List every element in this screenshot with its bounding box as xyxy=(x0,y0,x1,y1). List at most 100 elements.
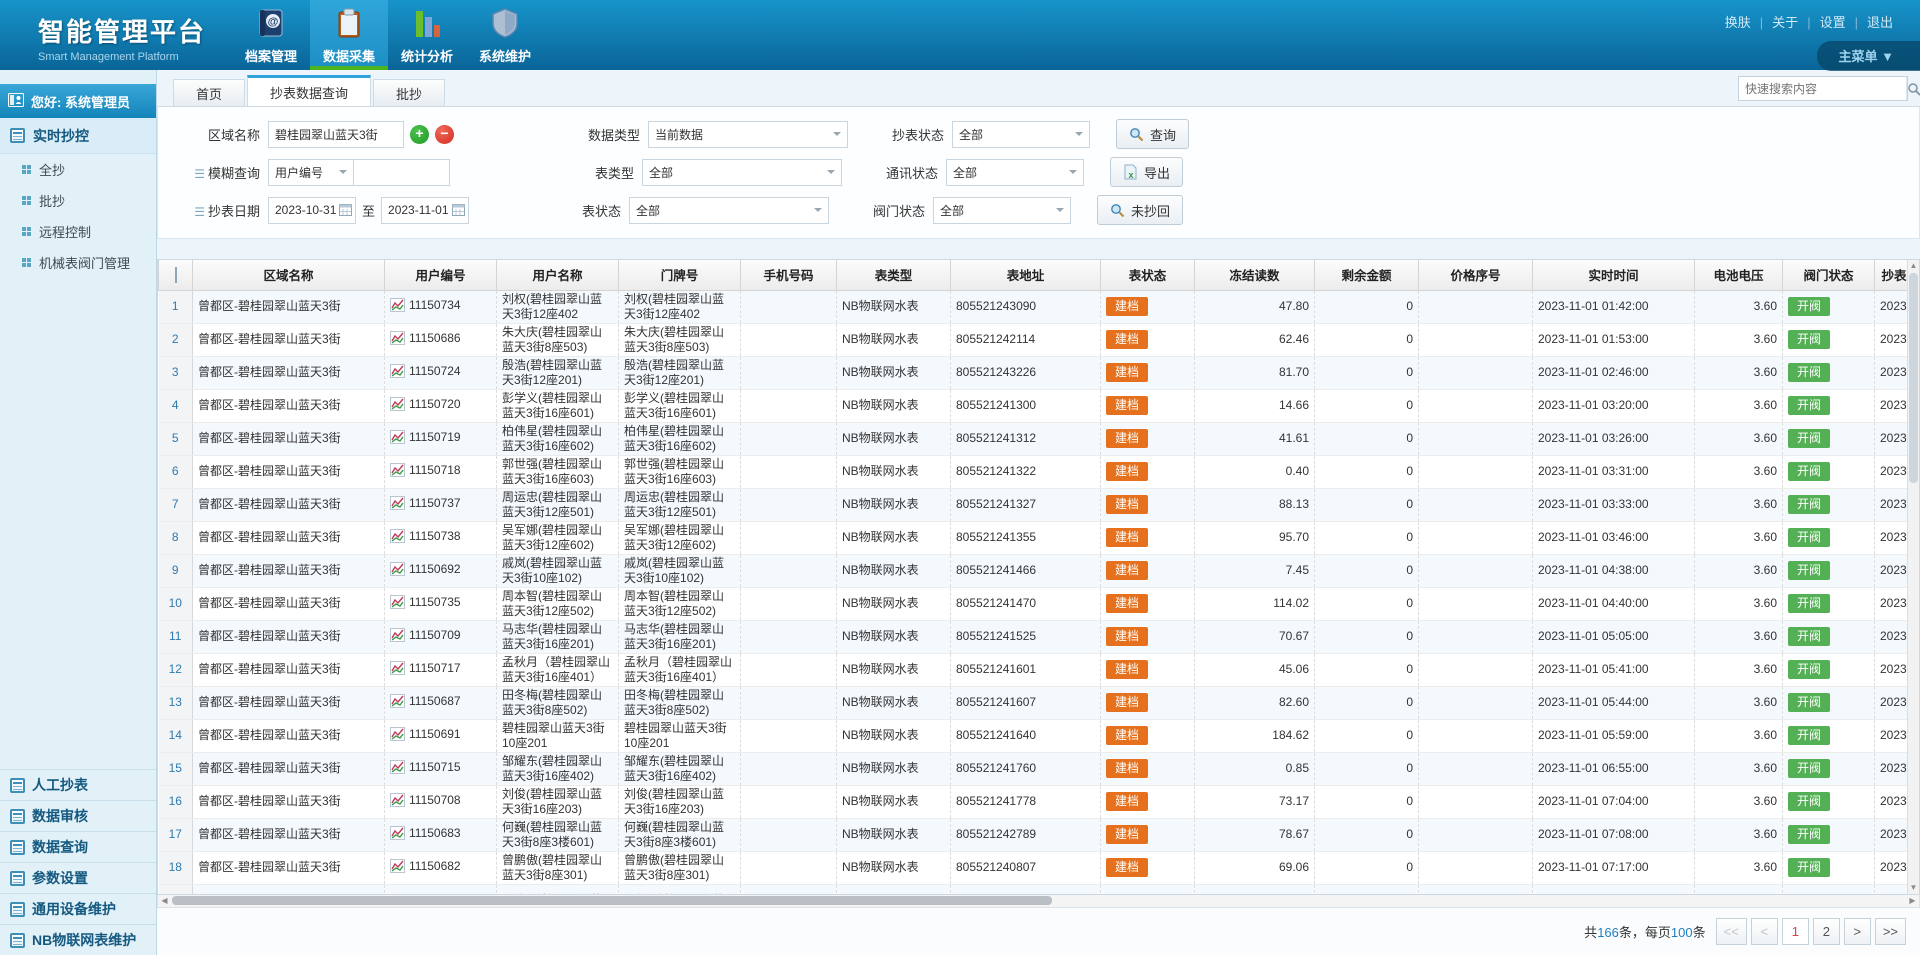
search-icon[interactable] xyxy=(1906,77,1920,100)
valve-status-select[interactable]: 全部 xyxy=(933,197,1071,224)
horizontal-scroll-thumb[interactable] xyxy=(172,896,1052,905)
nav-maintenance[interactable]: 系统维护 xyxy=(466,0,544,70)
table-row[interactable]: 12 曾都区-碧桂园翠山蓝天3街 11150717 孟秋月（碧桂园翠山蓝天3街1… xyxy=(159,653,1908,686)
scroll-up-icon[interactable]: ▲ xyxy=(1908,260,1919,272)
sidebar-item-manual-reading[interactable]: 人工抄表 xyxy=(0,769,156,800)
table-row[interactable]: 18 曾都区-碧桂园翠山蓝天3街 11150682 曾鹏傲(碧桂园翠山蓝天3街8… xyxy=(159,851,1908,884)
query-button[interactable]: 查询 xyxy=(1116,119,1189,149)
chart-icon[interactable] xyxy=(390,694,405,712)
link-logout[interactable]: 退出 xyxy=(1867,15,1893,30)
col-user-name[interactable]: 用户名称 xyxy=(497,260,619,290)
table-row[interactable]: 2 曾都区-碧桂园翠山蓝天3街 11150686 朱大庆(碧桂园翠山蓝天3街8座… xyxy=(159,323,1908,356)
table-row[interactable]: 3 曾都区-碧桂园翠山蓝天3街 11150724 殷浩(碧桂园翠山蓝天3街12座… xyxy=(159,356,1908,389)
chart-icon[interactable] xyxy=(390,562,405,580)
table-row[interactable]: 4 曾都区-碧桂园翠山蓝天3街 11150720 彭学义(碧桂园翠山蓝天3街16… xyxy=(159,389,1908,422)
sidebar-item-nb-meter-maintenance[interactable]: NB物联网表维护 xyxy=(0,924,156,955)
read-status-select[interactable]: 全部 xyxy=(952,121,1090,148)
table-row[interactable]: 王俊(碧桂园翠山蓝 王俊(碧桂园翠山蓝 xyxy=(159,884,1908,895)
nav-data-collection[interactable]: 数据采集 xyxy=(310,0,388,70)
chart-icon[interactable] xyxy=(390,628,405,646)
col-meter-type[interactable]: 表类型 xyxy=(837,260,951,290)
last-page-button[interactable]: >> xyxy=(1875,918,1906,945)
col-price-no[interactable]: 价格序号 xyxy=(1419,260,1533,290)
tab-batch-read[interactable]: 批抄 xyxy=(373,79,445,106)
vertical-scroll-thumb[interactable] xyxy=(1909,273,1918,483)
chart-icon[interactable] xyxy=(390,727,405,745)
chart-icon[interactable] xyxy=(390,595,405,613)
col-meter-status[interactable]: 表状态 xyxy=(1101,260,1195,290)
select-all-header[interactable] xyxy=(159,260,193,290)
table-row[interactable]: 1 曾都区-碧桂园翠山蓝天3街 11150734 刘权(碧桂园翠山蓝天3街12座… xyxy=(159,290,1908,323)
sidebar-item-data-audit[interactable]: 数据审核 xyxy=(0,800,156,831)
table-row[interactable]: 13 曾都区-碧桂园翠山蓝天3街 11150687 田冬梅(碧桂园翠山蓝天3街8… xyxy=(159,686,1908,719)
sidebar-item-parameter-settings[interactable]: 参数设置 xyxy=(0,862,156,893)
chart-icon[interactable] xyxy=(390,430,405,448)
export-button[interactable]: x 导出 xyxy=(1110,157,1183,187)
col-door-no[interactable]: 门牌号 xyxy=(619,260,741,290)
scroll-right-icon[interactable]: ▶ xyxy=(1906,895,1919,906)
table-row[interactable]: 8 曾都区-碧桂园翠山蓝天3街 11150738 吴军娜(碧桂园翠山蓝天3街12… xyxy=(159,521,1908,554)
fuzzy-field-select[interactable]: 用户编号 xyxy=(268,159,354,186)
scroll-down-icon[interactable]: ▼ xyxy=(1908,882,1919,894)
sidebar-item-remote-control[interactable]: 远程控制 xyxy=(0,216,156,247)
meter-type-select[interactable]: 全部 xyxy=(642,159,842,186)
add-area-button[interactable]: + xyxy=(410,125,429,144)
chart-icon[interactable] xyxy=(390,859,405,877)
quick-search-input[interactable] xyxy=(1739,82,1906,96)
horizontal-scrollbar[interactable]: ◀ ▶ xyxy=(157,895,1920,908)
table-row[interactable]: 5 曾都区-碧桂园翠山蓝天3街 11150719 柏伟星(碧桂园翠山蓝天3街16… xyxy=(159,422,1908,455)
first-page-button[interactable]: << xyxy=(1716,918,1747,945)
chart-icon[interactable] xyxy=(390,496,405,514)
sidebar-section-realtime-reading[interactable]: 实时抄控 xyxy=(0,118,156,154)
chart-icon[interactable] xyxy=(390,364,405,382)
sidebar-item-batch-read[interactable]: 批抄 xyxy=(0,185,156,216)
chart-icon[interactable] xyxy=(390,661,405,679)
table-row[interactable]: 15 曾都区-碧桂园翠山蓝天3街 11150715 邹耀东(碧桂园翠山蓝天3街1… xyxy=(159,752,1908,785)
chart-icon[interactable] xyxy=(390,298,405,316)
main-menu-button[interactable]: 主菜单 ▼ xyxy=(1817,41,1920,71)
chart-icon[interactable] xyxy=(390,793,405,811)
fuzzy-query-input[interactable] xyxy=(354,159,450,186)
calendar-icon[interactable] xyxy=(452,203,465,219)
link-about[interactable]: 关于 xyxy=(1772,15,1798,30)
col-balance[interactable]: 剩余金额 xyxy=(1315,260,1419,290)
table-row[interactable]: 9 曾都区-碧桂园翠山蓝天3街 11150692 戚岚(碧桂园翠山蓝天3街10座… xyxy=(159,554,1908,587)
col-area[interactable]: 区域名称 xyxy=(193,260,385,290)
table-row[interactable]: 7 曾都区-碧桂园翠山蓝天3街 11150737 周运忠(碧桂园翠山蓝天3街12… xyxy=(159,488,1908,521)
link-settings[interactable]: 设置 xyxy=(1820,15,1846,30)
col-voltage[interactable]: 电池电压 xyxy=(1695,260,1783,290)
table-row[interactable]: 11 曾都区-碧桂园翠山蓝天3街 11150709 马志华(碧桂园翠山蓝天3街1… xyxy=(159,620,1908,653)
chart-icon[interactable] xyxy=(390,760,405,778)
col-realtime[interactable]: 实时时间 xyxy=(1533,260,1695,290)
chart-icon[interactable] xyxy=(390,826,405,844)
prev-page-button[interactable]: < xyxy=(1751,918,1778,945)
next-page-button[interactable]: > xyxy=(1844,918,1871,945)
meter-status-select[interactable]: 全部 xyxy=(629,197,829,224)
col-read-time[interactable]: 抄表时间 xyxy=(1875,260,1908,290)
sidebar-item-read-all[interactable]: 全抄 xyxy=(0,154,156,185)
data-type-select[interactable]: 当前数据 xyxy=(648,121,848,148)
chart-icon[interactable] xyxy=(390,397,405,415)
calendar-icon[interactable] xyxy=(339,203,352,219)
link-skin[interactable]: 换肤 xyxy=(1725,15,1751,30)
chart-icon[interactable] xyxy=(390,529,405,547)
page-1-button[interactable]: 1 xyxy=(1782,918,1809,945)
chart-icon[interactable] xyxy=(390,331,405,349)
area-name-input[interactable] xyxy=(268,121,404,148)
table-row[interactable]: 10 曾都区-碧桂园翠山蓝天3街 11150735 周本智(碧桂园翠山蓝天3街1… xyxy=(159,587,1908,620)
col-valve-status[interactable]: 阀门状态 xyxy=(1783,260,1875,290)
comm-status-select[interactable]: 全部 xyxy=(946,159,1084,186)
table-row[interactable]: 14 曾都区-碧桂园翠山蓝天3街 11150691 碧桂园翠山蓝天3街10座20… xyxy=(159,719,1908,752)
col-meter-addr[interactable]: 表地址 xyxy=(951,260,1101,290)
chart-icon[interactable] xyxy=(390,463,405,481)
page-2-button[interactable]: 2 xyxy=(1813,918,1840,945)
sidebar-item-data-query[interactable]: 数据查询 xyxy=(0,831,156,862)
table-row[interactable]: 16 曾都区-碧桂园翠山蓝天3街 11150708 刘俊(碧桂园翠山蓝天3街16… xyxy=(159,785,1908,818)
col-user-no[interactable]: 用户编号 xyxy=(385,260,497,290)
remove-area-button[interactable]: − xyxy=(435,125,454,144)
tab-home[interactable]: 首页 xyxy=(173,79,245,106)
tab-meter-data-query[interactable]: 抄表数据查询 xyxy=(247,75,371,106)
col-frozen-reading[interactable]: 冻结读数 xyxy=(1195,260,1315,290)
col-phone[interactable]: 手机号码 xyxy=(741,260,837,290)
unread-button[interactable]: 未抄回 xyxy=(1097,195,1183,225)
